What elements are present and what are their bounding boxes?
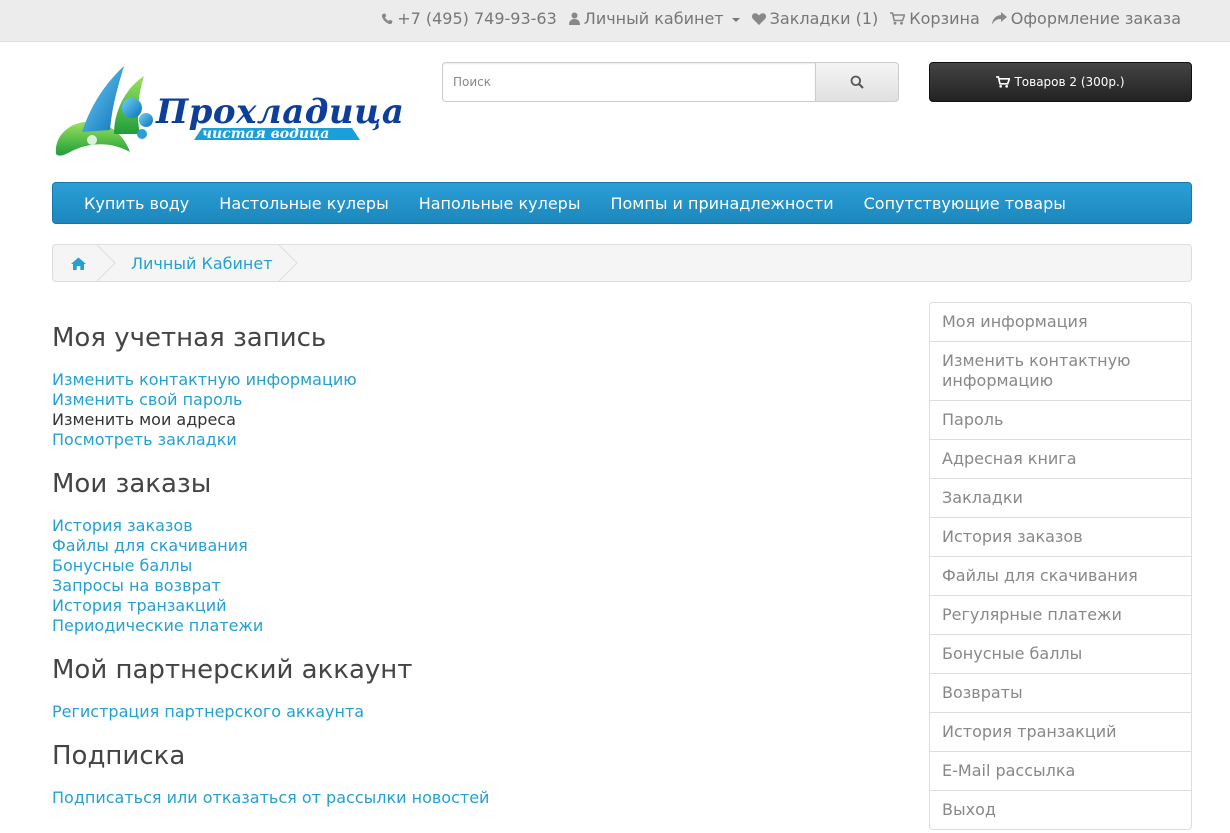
link-edit-password[interactable]: Изменить свой пароль: [52, 390, 902, 410]
user-icon: [568, 12, 580, 25]
sidebar-item-my-info[interactable]: Моя информация: [930, 303, 1191, 341]
share-icon: [991, 12, 1007, 25]
checkout-label: Оформление заказа: [1010, 9, 1181, 28]
heart-icon: [751, 12, 766, 25]
sidebar-item-wishlist[interactable]: Закладки: [930, 478, 1191, 517]
phone-icon: [382, 13, 393, 24]
account-sidebar: Моя информация Изменить контактную инфор…: [929, 302, 1192, 830]
cart-total: Товаров 2 (300р.): [1014, 75, 1125, 89]
logo-subtitle: чистая водица: [202, 126, 330, 142]
sidebar-item-logout[interactable]: Выход: [930, 790, 1191, 829]
breadcrumb-account[interactable]: Личный Кабинет: [123, 245, 291, 281]
menu-item-buy-water[interactable]: Купить воду: [84, 194, 189, 213]
sidebar-item-downloads[interactable]: Файлы для скачивания: [930, 556, 1191, 595]
menu-item-desktop-coolers[interactable]: Настольные кулеры: [219, 194, 388, 213]
shopping-cart-icon: [890, 12, 906, 25]
link-downloads[interactable]: Файлы для скачивания: [52, 536, 902, 556]
link-order-history[interactable]: История заказов: [52, 516, 902, 536]
breadcrumb-separator: [278, 245, 311, 281]
sidebar-item-order-history[interactable]: История заказов: [930, 517, 1191, 556]
section-title-account: Моя учетная запись: [52, 323, 327, 353]
shopping-cart-icon: [996, 76, 1011, 88]
link-newsletter[interactable]: Подписаться или отказаться от рассылки н…: [52, 788, 902, 808]
sidebar-item-reward-points[interactable]: Бонусные баллы: [930, 634, 1191, 673]
phone-link[interactable]: +7 (495) 749-93-63: [381, 9, 557, 28]
section-title-affiliate: Мой партнерский аккаунт: [52, 655, 413, 685]
sidebar-item-newsletter[interactable]: E-Mail рассылка: [930, 751, 1191, 790]
sidebar-item-recurring[interactable]: Регулярные платежи: [930, 595, 1191, 634]
link-view-wishlist[interactable]: Посмотреть закладки: [52, 430, 902, 450]
sidebar-item-address-book[interactable]: Адресная книга: [930, 439, 1191, 478]
phone-number: +7 (495) 749-93-63: [397, 9, 557, 28]
link-transactions[interactable]: История транзакций: [52, 596, 902, 616]
account-links: Изменить контактную информацию Изменить …: [52, 370, 902, 450]
menu-item-related-goods[interactable]: Сопутствующие товары: [864, 194, 1066, 213]
sidebar-item-password[interactable]: Пароль: [930, 400, 1191, 439]
home-icon: [70, 257, 86, 270]
search-group: [442, 62, 899, 102]
menu-item-floor-coolers[interactable]: Напольные кулеры: [419, 194, 581, 213]
orders-links: История заказов Файлы для скачивания Бон…: [52, 516, 902, 636]
sidebar-item-edit-contact[interactable]: Изменить контактную информацию: [930, 341, 1191, 400]
account-label: Личный кабинет: [583, 9, 724, 28]
top-links: +7 (495) 749-93-63 Личный кабинет Заклад…: [381, 0, 1181, 37]
link-returns[interactable]: Запросы на возврат: [52, 576, 902, 596]
search-icon: [850, 75, 864, 89]
account-dropdown[interactable]: Личный кабинет: [568, 9, 740, 28]
main-menu: Купить воду Настольные кулеры Напольные …: [52, 182, 1192, 224]
checkout-link[interactable]: Оформление заказа: [991, 9, 1181, 28]
newsletter-links: Подписаться или отказаться от рассылки н…: [52, 788, 902, 808]
cart-button[interactable]: Товаров 2 (300р.): [929, 62, 1192, 102]
link-reward-points[interactable]: Бонусные баллы: [52, 556, 902, 576]
cart-label: Корзина: [909, 9, 980, 28]
search-input[interactable]: [442, 62, 815, 102]
cart-link[interactable]: Корзина: [890, 9, 980, 28]
link-edit-addresses[interactable]: Изменить мои адреса: [52, 410, 902, 430]
account-content: Моя учетная запись Изменить контактную и…: [52, 322, 902, 826]
link-edit-contact[interactable]: Изменить контактную информацию: [52, 370, 902, 390]
top-bar: +7 (495) 749-93-63 Личный кабинет Заклад…: [0, 0, 1230, 42]
menu-item-pumps[interactable]: Помпы и принадлежности: [610, 194, 833, 213]
search-button[interactable]: [815, 62, 899, 102]
section-title-newsletter: Подписка: [52, 741, 186, 771]
sidebar-item-returns[interactable]: Возвраты: [930, 673, 1191, 712]
chevron-down-icon: [731, 17, 740, 22]
site-logo[interactable]: Прохладица чистая водица: [52, 62, 412, 166]
affiliate-links: Регистрация партнерского аккаунта: [52, 702, 902, 722]
wishlist-label: Закладки (1): [769, 9, 879, 28]
link-affiliate-register[interactable]: Регистрация партнерского аккаунта: [52, 702, 902, 722]
breadcrumb: Личный Кабинет: [52, 244, 1192, 282]
section-title-orders: Мои заказы: [52, 469, 212, 499]
breadcrumb-home[interactable]: [53, 245, 103, 281]
link-recurring-payments[interactable]: Периодические платежи: [52, 616, 902, 636]
wishlist-link[interactable]: Закладки (1): [751, 9, 879, 28]
breadcrumb-separator: [97, 245, 123, 281]
sidebar-item-transactions[interactable]: История транзакций: [930, 712, 1191, 751]
